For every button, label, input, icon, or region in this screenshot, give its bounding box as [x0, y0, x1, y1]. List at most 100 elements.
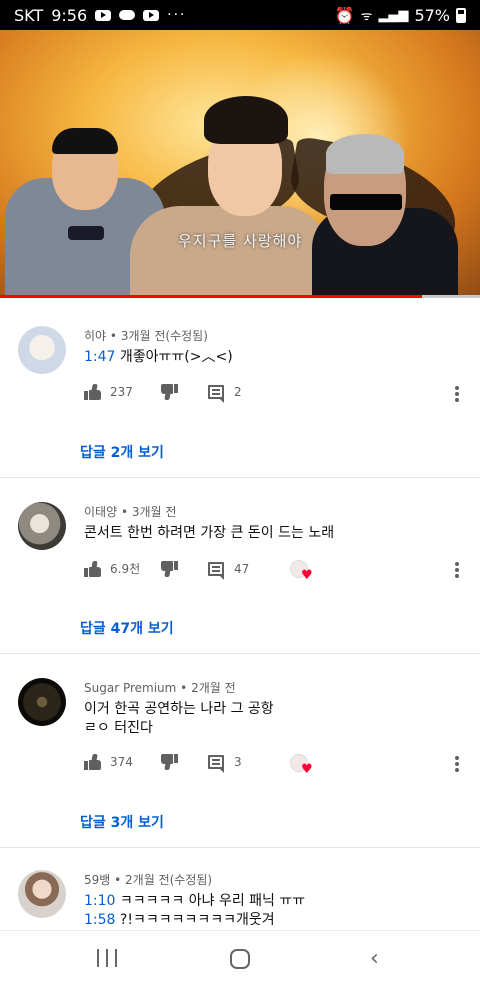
comment-date: 3개월 전(수정됨) [120, 329, 208, 343]
reply-count: 47 [234, 561, 250, 576]
thumb-up-icon [84, 384, 102, 400]
meta-separator: • [120, 505, 132, 519]
dislike-button[interactable] [160, 560, 178, 577]
comment-author[interactable]: 이태양 [84, 505, 117, 519]
system-nav-bar: ‹ [0, 930, 480, 987]
comment-meta: 히야 • 3개월 전(수정됨) [84, 327, 208, 344]
thumb-down-icon [160, 384, 178, 400]
meta-separator: • [114, 873, 126, 887]
meta-separator: • [180, 681, 192, 695]
person-center-hair [204, 96, 288, 144]
reply-button[interactable]: 47 [208, 561, 250, 580]
alarm-icon: ⏰ [334, 5, 355, 25]
more-vert-icon[interactable] [455, 756, 459, 772]
more-vert-icon[interactable] [455, 386, 459, 402]
timestamp-link[interactable]: 1:47 [84, 349, 115, 365]
youtube-notification-icon [95, 9, 112, 21]
comments-list: 히야 • 3개월 전(수정됨) 1:47 개좋아ㅠㅠ(>︿<) 237 2 답글… [0, 298, 480, 930]
status-bar: SKT 9:56 ··· ⏰ ᯤ ▂▄▆ 57% [0, 0, 480, 30]
comment-text: 콘서트 한번 하려면 가장 큰 돈이 드는 노래 [84, 524, 334, 543]
comment-line: 콘서트 한번 하려면 가장 큰 돈이 드는 노래 [84, 525, 335, 541]
thumb-down-icon [160, 560, 178, 577]
thumb-down-icon [160, 754, 178, 770]
comment-meta: 59뱅 • 2개월 전(수정됨) [84, 871, 212, 888]
like-count: 374 [110, 755, 133, 769]
heart-icon: ♥ [301, 568, 313, 583]
dislike-button[interactable] [160, 384, 178, 400]
comment-actions: 6.9천 47 [84, 560, 250, 580]
back-icon[interactable]: ‹ [370, 948, 384, 970]
more-vert-icon[interactable] [455, 562, 459, 578]
comment-line-row: 1:10 ㅋㅋㅋㅋㅋ 아냐 우리 패닉 ㅠㅠ [84, 892, 305, 911]
comment-line-row: 1:58 ?!ㅋㅋㅋㅋㅋㅋㅋㅋ개웃겨 [84, 911, 305, 930]
creator-heart-badge: ♥ [290, 560, 314, 582]
heart-icon: ♥ [301, 762, 313, 777]
comment-actions: 374 3 [84, 754, 242, 773]
youtube-notification-icon-2 [143, 9, 160, 21]
avatar[interactable] [18, 870, 66, 918]
reply-button[interactable]: 3 [208, 755, 242, 773]
video-player[interactable]: 우지구를 사랑해야 [0, 30, 480, 298]
comment-item: 59뱅 • 2개월 전(수정됨) 1:10 ㅋㅋㅋㅋㅋ 아냐 우리 패닉 ㅠㅠ … [0, 848, 480, 930]
avatar[interactable] [18, 502, 66, 550]
video-subtitle: 우지구를 사랑해야 [178, 232, 303, 250]
person-right-hair [326, 134, 404, 174]
more-notifications-icon: ··· [167, 7, 187, 23]
thumb-up-icon [84, 560, 102, 577]
signal-icon: ▂▄▆ [378, 7, 409, 23]
comment-date: 3개월 전 [131, 505, 177, 519]
comment-text: 1:47 개좋아ㅠㅠ(>︿<) [84, 348, 233, 367]
view-replies-link[interactable]: 답글 47개 보기 [80, 618, 174, 638]
timestamp-link[interactable]: 1:58 [84, 912, 115, 928]
avatar[interactable] [18, 678, 66, 726]
comment-meta: 이태양 • 3개월 전 [84, 503, 176, 520]
thumb-up-icon [84, 754, 102, 770]
comment-date: 2개월 전 [191, 681, 236, 695]
comment-item: 히야 • 3개월 전(수정됨) 1:47 개좋아ㅠㅠ(>︿<) 237 2 답글… [0, 298, 480, 478]
comment-author[interactable]: Sugar Premium [84, 681, 176, 695]
battery-percent: 57% [414, 5, 450, 25]
comment-meta: Sugar Premium • 2개월 전 [84, 679, 236, 696]
comment-line: 개좋아ㅠㅠ(>︿<) [119, 349, 233, 365]
home-icon[interactable] [230, 949, 250, 969]
comment-line: 이거 한곡 공연하는 나라 그 공항 [84, 701, 274, 717]
comment-item: 이태양 • 3개월 전 콘서트 한번 하려면 가장 큰 돈이 드는 노래 6.9… [0, 478, 480, 654]
cloud-icon [119, 10, 136, 20]
sunglasses [330, 194, 402, 210]
timestamp-link[interactable]: 1:10 [84, 893, 115, 909]
like-button[interactable]: 6.9천 [84, 560, 160, 577]
reply-button[interactable]: 2 [208, 385, 242, 403]
comment-line: ㅋㅋㅋㅋㅋ 아냐 우리 패닉 ㅠㅠ [119, 893, 306, 909]
comment-line: ?!ㅋㅋㅋㅋㅋㅋㅋㅋ개웃겨 [119, 912, 275, 928]
person-left-hair [52, 128, 118, 154]
person-center-body [130, 206, 330, 298]
comment-author[interactable]: 히야 [84, 329, 106, 343]
view-replies-link[interactable]: 답글 2개 보기 [80, 442, 164, 462]
comment-line: ㄹㅇ 터진다 [84, 720, 153, 736]
view-replies-link[interactable]: 답글 3개 보기 [80, 812, 164, 832]
like-count: 237 [110, 385, 133, 399]
reply-icon [208, 755, 224, 773]
like-button[interactable]: 237 [84, 384, 160, 400]
reply-icon [208, 385, 224, 403]
like-count: 6.9천 [110, 562, 141, 576]
comment-author[interactable]: 59뱅 [84, 873, 110, 887]
carrier-label: SKT [14, 5, 44, 25]
clock: 9:56 [51, 5, 88, 25]
reply-count: 2 [234, 385, 242, 399]
recents-icon[interactable] [97, 949, 117, 967]
comment-date: 2개월 전(수정됨) [125, 873, 213, 887]
dislike-button[interactable] [160, 754, 178, 770]
battery-icon [456, 7, 466, 23]
avatar[interactable] [18, 326, 66, 374]
like-button[interactable]: 374 [84, 754, 160, 770]
bow-tie [68, 226, 104, 240]
creator-heart-badge: ♥ [290, 754, 314, 776]
meta-separator: • [109, 329, 121, 343]
reply-count: 3 [234, 755, 242, 769]
comment-item: Sugar Premium • 2개월 전 이거 한곡 공연하는 나라 그 공항… [0, 654, 480, 848]
comment-actions: 237 2 [84, 384, 242, 403]
comment-text: 1:10 ㅋㅋㅋㅋㅋ 아냐 우리 패닉 ㅠㅠ 1:58 ?!ㅋㅋㅋㅋㅋㅋㅋㅋ개웃… [84, 892, 305, 930]
wifi-icon: ᯤ [360, 9, 373, 24]
comment-text: 이거 한곡 공연하는 나라 그 공항 ㄹㅇ 터진다 [84, 700, 274, 738]
